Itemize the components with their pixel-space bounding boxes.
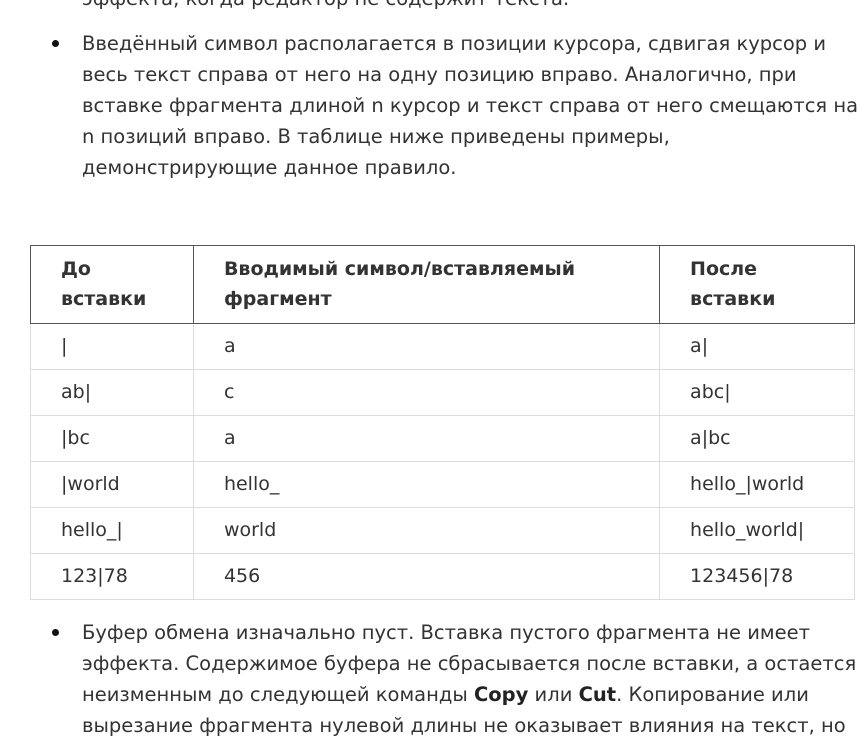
copy-command-keyword: Copy <box>473 683 529 706</box>
insert-rule-line-1: Введённый символ располагается в позиции… <box>82 32 827 55</box>
buffer-line-3-suffix: . Копирование или <box>616 683 809 706</box>
header-after-line-1: После <box>690 258 758 280</box>
paragraph-partial-top: эффекта, когда редактор не содержит текс… <box>0 0 865 14</box>
cell-before: ab| <box>30 369 194 416</box>
table-header-row: До вставки Вводимый символ/вставляемый ф… <box>30 245 855 324</box>
cell-after: abc| <box>659 369 855 416</box>
header-before-line-2: вставки <box>61 288 147 310</box>
bullet-icon <box>52 40 59 47</box>
bullet-icon <box>52 629 59 636</box>
buffer-line-3-mid: или <box>528 683 579 706</box>
cell-after: a|bc <box>659 415 855 462</box>
cell-before: |bc <box>30 415 194 462</box>
cell-input: c <box>192 369 661 416</box>
insert-rule-line-2: весь текст справа от него на одну позици… <box>82 63 797 86</box>
cut-command-keyword: Cut <box>578 683 617 706</box>
header-input-line-2: фрагмент <box>223 288 332 310</box>
table-row: | a a| <box>30 323 855 370</box>
table-row: |bc a a|bc <box>30 415 855 462</box>
insert-rule-line-5: демонстрирующие данное правило. <box>82 156 457 179</box>
insert-examples-table: До вставки Вводимый символ/вставляемый ф… <box>30 245 855 600</box>
cell-input: world <box>192 507 661 554</box>
header-after-line-2: вставки <box>690 288 776 310</box>
list-item-insert-rule: Введённый символ располагается в позиции… <box>0 28 865 183</box>
cell-before: |world <box>30 461 194 508</box>
buffer-rule-line-3: неизменным до следующей команды Copy или… <box>82 679 865 710</box>
cell-before: 123|78 <box>30 553 194 600</box>
cell-after: hello_world| <box>659 507 855 554</box>
table-row: hello_| world hello_world| <box>30 507 855 554</box>
buffer-rule-line-4: вырезание фрагмента нулевой длины не ока… <box>82 714 846 737</box>
buffer-rule-line-2: эффекта. Содержимое буфера не сбрасывает… <box>82 652 857 675</box>
header-after: После вставки <box>659 245 855 324</box>
table-row: |world hello_ hello_|world <box>30 461 855 508</box>
cell-before: | <box>30 323 194 370</box>
cell-after: a| <box>659 323 855 370</box>
header-before-line-1: До <box>61 258 91 280</box>
header-input-line-1: Вводимый символ/вставляемый <box>223 258 576 280</box>
cell-input: hello_ <box>192 461 661 508</box>
buffer-rule-line-1: Буфер обмена изначально пуст. Вставка пу… <box>82 621 810 644</box>
cell-after: 123456|78 <box>659 553 855 600</box>
buffer-section: Буфер обмена изначально пуст. Вставка пу… <box>0 621 865 742</box>
insert-rule-line-4: n позиций вправо. В таблице ниже приведе… <box>82 125 670 148</box>
cell-input: 456 <box>192 553 661 600</box>
header-before: До вставки <box>30 245 194 324</box>
cell-input: a <box>192 415 661 462</box>
buffer-line-3-prefix: неизменным до следующей команды <box>82 683 474 706</box>
document-page: эффекта, когда редактор не содержит текс… <box>0 0 865 183</box>
table-row: 123|78 456 123456|78 <box>30 553 855 600</box>
bullet-list-insert: Введённый символ располагается в позиции… <box>0 28 865 183</box>
bullet-list-buffer: Буфер обмена изначально пуст. Вставка пу… <box>0 621 865 742</box>
cell-before: hello_| <box>30 507 194 554</box>
list-item-buffer-rule: Буфер обмена изначально пуст. Вставка пу… <box>0 617 865 741</box>
insert-rule-line-3: вставке фрагмента длиной n курсор и текс… <box>82 94 859 117</box>
table-row: ab| c abc| <box>30 369 855 416</box>
cell-input: a <box>192 323 661 370</box>
cell-after: hello_|world <box>659 461 855 508</box>
header-input: Вводимый символ/вставляемый фрагмент <box>192 245 661 324</box>
